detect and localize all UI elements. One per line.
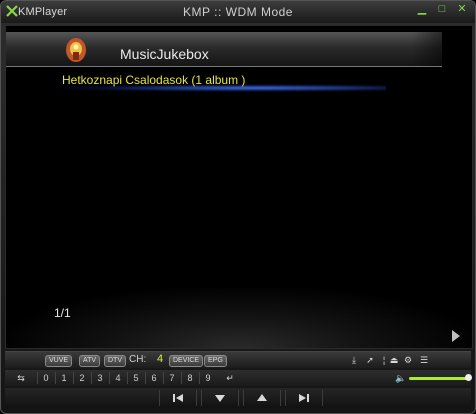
epg-button[interactable]: EPG (204, 355, 227, 367)
num-key-8[interactable]: 8 (181, 372, 198, 384)
tv-control-bar: VUVE ATV DTV CH: 4 DEVICE EPG ⤓ ➚ ¦ ⏏ ⚙ … (5, 351, 471, 368)
screen-floor (6, 288, 472, 348)
jukebox-icon (66, 38, 86, 62)
channel-up-button[interactable] (243, 390, 281, 406)
num-key-0[interactable]: 0 (37, 372, 54, 384)
previous-button[interactable] (159, 390, 197, 406)
playlist-icon[interactable]: ☰ (419, 355, 429, 365)
device-button[interactable]: DEVICE (169, 355, 204, 367)
channel-label: CH: (129, 354, 147, 365)
atv-button[interactable]: ATV (79, 355, 101, 367)
album-list-item[interactable]: Hetkoznapi Csalodasok (1 album ) (62, 73, 245, 87)
channel-down-button[interactable] (201, 390, 239, 406)
maximize-icon[interactable]: □ (435, 3, 449, 15)
enter-icon[interactable]: ↵ (225, 373, 235, 383)
next-button[interactable] (285, 390, 323, 406)
divider-icon: ¦ (382, 355, 386, 365)
minimize-icon[interactable]: ▁ (415, 3, 429, 15)
num-key-7[interactable]: 7 (163, 372, 180, 384)
window-title: KMP :: WDM Mode (183, 5, 293, 19)
num-key-2[interactable]: 2 (73, 372, 90, 384)
volume-slider-handle[interactable] (465, 374, 472, 381)
eject-icon[interactable]: ⏏ (389, 355, 399, 365)
skip-forward-icon (299, 394, 309, 402)
page-indicator: 1/1 (54, 306, 71, 320)
download-icon[interactable]: ⤓ (349, 355, 359, 365)
menu-header: MusicJukebox (6, 32, 472, 67)
cursor-icon[interactable]: ➚ (365, 355, 375, 365)
skip-back-icon (173, 394, 183, 402)
next-page-icon[interactable] (452, 330, 460, 342)
num-key-1[interactable]: 1 (55, 372, 72, 384)
num-key-6[interactable]: 6 (145, 372, 162, 384)
title-bar[interactable]: KMPlayer KMP :: WDM Mode ▁ □ ✕ (1, 1, 475, 23)
vuve-button[interactable]: VUVE (45, 355, 73, 367)
triangle-up-icon (257, 394, 267, 401)
volume-slider-track[interactable] (409, 377, 467, 380)
num-key-9[interactable]: 9 (199, 372, 216, 384)
transport-bar (5, 388, 471, 408)
triangle-down-icon (215, 395, 225, 402)
number-key-bar: ⇆ 0 1 2 3 4 5 6 7 8 9 ↵ 🔈 (5, 370, 472, 386)
speaker-icon[interactable]: 🔈 (395, 373, 406, 383)
num-key-5[interactable]: 5 (127, 372, 144, 384)
channel-value: 4 (157, 353, 164, 365)
video-screen[interactable]: MusicJukebox Hetkoznapi Csalodasok (1 al… (5, 25, 473, 349)
settings-gear-icon[interactable]: ⚙ (403, 355, 413, 365)
repeat-icon[interactable]: ⇆ (13, 373, 29, 383)
dtv-button[interactable]: DTV (104, 355, 126, 367)
app-name: MusicJukebox (120, 46, 209, 62)
num-key-3[interactable]: 3 (91, 372, 108, 384)
num-key-4[interactable]: 4 (109, 372, 126, 384)
close-icon[interactable]: ✕ (455, 3, 469, 15)
kmplayer-window: KMPlayer KMP :: WDM Mode ▁ □ ✕ MusicJuke… (0, 0, 476, 414)
